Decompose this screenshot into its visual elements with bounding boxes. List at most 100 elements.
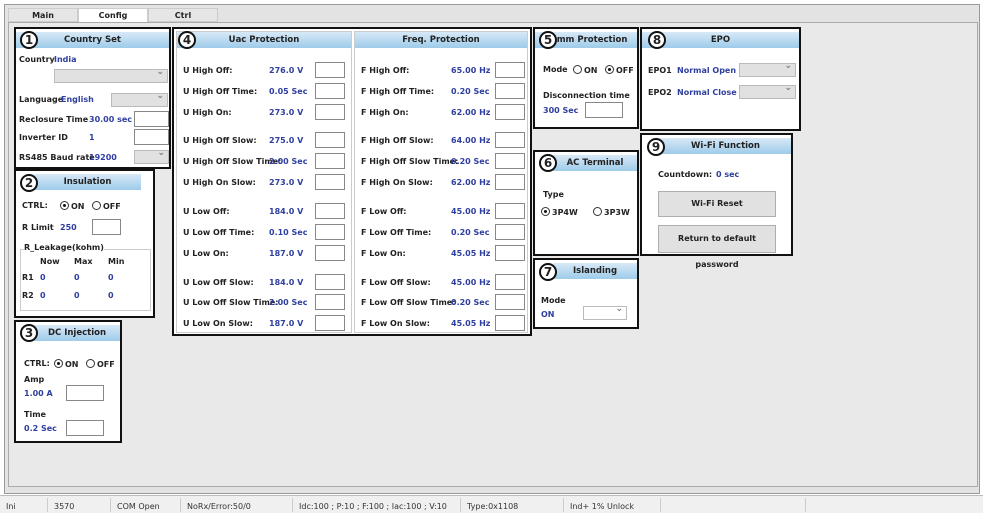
uac-title: Uac Protection [177,32,351,48]
islanding-mode-label: Mode [541,296,566,305]
freq-row-label: F Low On Slow: [361,319,430,328]
inverter-id-input[interactable] [134,129,169,145]
baud-select[interactable] [134,148,169,164]
uac-row-input[interactable] [315,153,345,169]
epo1-label: EPO1 [648,66,672,75]
on-label: ON [584,66,598,75]
dc-injection-title: DC Injection [34,325,120,341]
tab-main[interactable]: Main [8,8,78,22]
uac-row-input[interactable] [315,274,345,290]
freq-row-input[interactable] [495,245,525,261]
freq-row-input[interactable] [495,174,525,190]
islanding-mode-select[interactable] [583,304,627,320]
epo2-select[interactable] [739,83,796,99]
wifi-title: Wi-Fi Function [660,138,791,154]
col-now: Now [40,257,60,266]
countdown-value: 0 sec [716,170,740,179]
tab-config[interactable]: Config [78,8,148,22]
uac-row-value: 275.0 V [269,136,304,145]
rlimit-label: R Limit [22,223,54,232]
freq-row-input[interactable] [495,83,525,99]
uac-row-input[interactable] [315,174,345,190]
freq-row-value: 65.00 Hz [451,66,491,75]
off-label: OFF [616,66,634,75]
freq-row-label: F High Off Time: [361,87,435,96]
uac-row-input[interactable] [315,245,345,261]
insulation-title: Insulation [34,174,141,190]
radio-icon [92,201,101,210]
uac-row-value: 0.10 Sec [269,228,308,237]
freq-row-input[interactable] [495,224,525,240]
tab-ctrl[interactable]: Ctrl [148,8,218,22]
uac-row-value: 0.05 Sec [269,87,308,96]
dc-off-radio[interactable]: OFF [86,359,115,369]
dc-on-radio[interactable]: ON [54,359,79,369]
uac-row-input[interactable] [315,104,345,120]
uac-row-label: U High Off: [183,66,233,75]
freq-row-input[interactable] [495,203,525,219]
off-label: OFF [97,360,115,369]
time-input[interactable] [66,420,104,436]
r1-min: 0 [108,273,114,282]
freq-row-label: F Low Off Time: [361,228,432,237]
uac-row-input[interactable] [315,224,345,240]
tab-bar: Main Config Ctrl [8,8,218,22]
uac-row-input[interactable] [315,62,345,78]
baud-value: 19200 [89,153,117,162]
uac-row-input[interactable] [315,315,345,331]
status-params: Idc:100 ; P:10 ; F:100 ; Iac:100 ; V:10 [299,502,447,511]
freq-row-input[interactable] [495,132,525,148]
uac-protection-panel: Uac Protection U High Off: 276.0 V U High … [176,31,352,333]
freq-row-input[interactable] [495,153,525,169]
freq-row-label: F High On: [361,108,409,117]
ac-terminal-title: AC Terminal [553,155,637,171]
dc-ctrl-label: CTRL: [24,359,50,368]
freq-row-input[interactable] [495,315,525,331]
status-com: COM Open [117,502,160,511]
freq-row-input[interactable] [495,62,525,78]
uac-row-input[interactable] [315,132,345,148]
freq-row-input[interactable] [495,294,525,310]
disconnection-label: Disconnection time [543,91,630,100]
rlimit-input[interactable] [92,219,121,235]
language-select[interactable] [111,91,168,107]
comm-off-radio[interactable]: OFF [605,65,634,75]
uac-row-value: 276.0 V [269,66,304,75]
epo2-value: Normal Close [677,88,737,97]
insulation-on-radio[interactable]: ON [60,201,85,211]
epo1-select[interactable] [739,61,796,77]
r1-label: R1 [22,273,34,282]
r2-now: 0 [40,291,46,300]
disconnection-input[interactable] [585,102,623,118]
countdown-label: Countdown: [658,170,713,179]
country-select[interactable] [54,67,168,83]
3p4w-radio[interactable]: 3P4W [541,207,578,217]
uac-row-value: 187.0 V [269,249,304,258]
freq-row-input[interactable] [495,104,525,120]
freq-row-value: 0.20 Sec [451,157,490,166]
amp-input[interactable] [66,385,104,401]
default-password-button[interactable]: Return to default password [658,225,776,269]
uac-row-input[interactable] [315,294,345,310]
uac-row-label: U High Off Time: [183,87,258,96]
reclosure-input[interactable] [134,111,169,127]
freq-title: Freq. Protection [355,32,527,48]
col-max: Max [74,257,93,266]
freq-row-input[interactable] [495,274,525,290]
marker-8: 8 [648,31,666,49]
3p3w-radio[interactable]: 3P3W [593,207,630,217]
wifi-reset-button[interactable]: Wi-Fi Reset [658,191,776,217]
uac-row-label: U Low On Slow: [183,319,253,328]
marker-3: 3 [20,324,38,342]
country-value: India [54,55,77,64]
language-label: Language [19,95,64,104]
uac-row-input[interactable] [315,203,345,219]
radio-selected-icon [60,201,69,210]
insulation-off-radio[interactable]: OFF [92,201,121,211]
country-label: Country [19,55,55,64]
comm-on-radio[interactable]: ON [573,65,598,75]
inverter-id-label: Inverter ID [19,133,68,142]
islanding-title: Islanding [553,263,637,279]
uac-row-input[interactable] [315,83,345,99]
disconnection-value: 300 Sec [543,106,579,115]
